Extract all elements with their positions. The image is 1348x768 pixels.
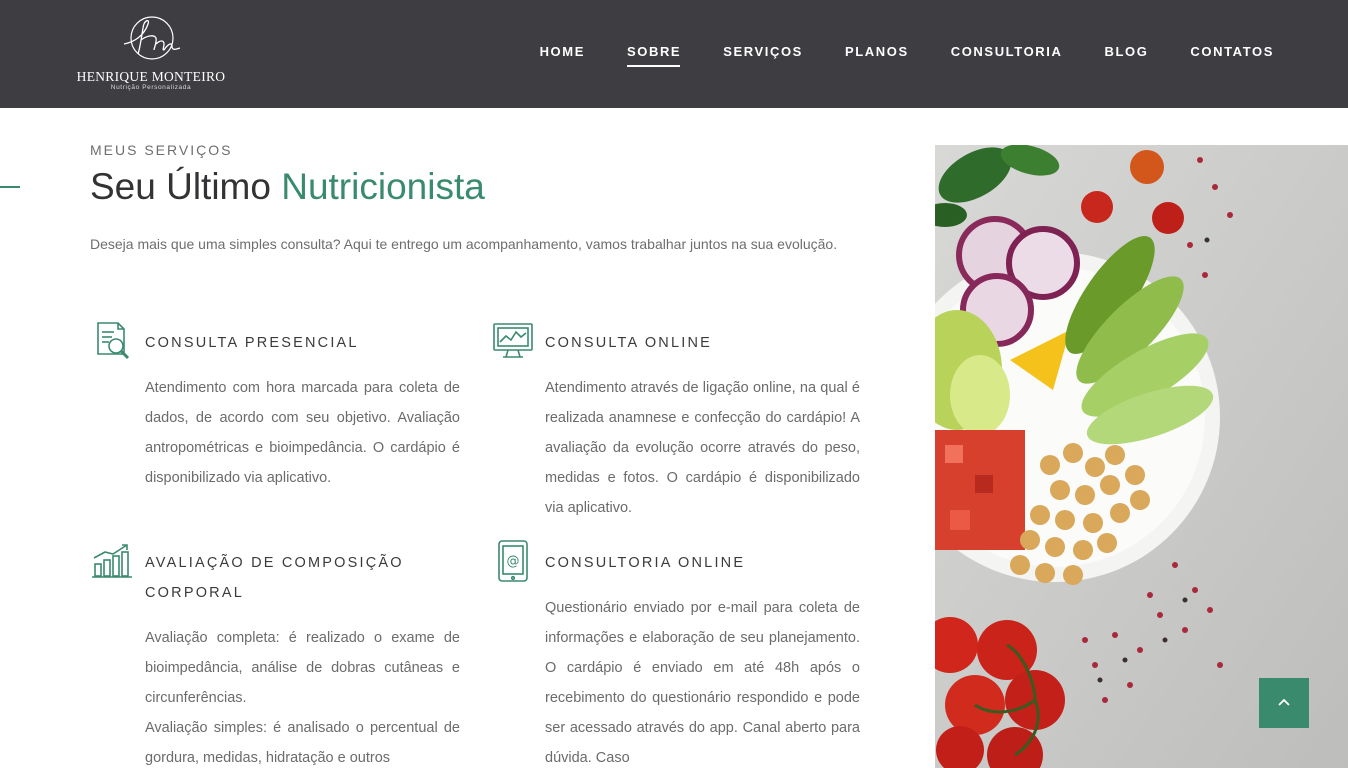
service-paragraph: Questionário enviado por e-mail para col… — [545, 600, 860, 766]
title-main: Seu Último — [90, 166, 282, 207]
logo[interactable]: HENRIQUE MONTEIRO Nutrição Personalizada — [72, 14, 230, 94]
service-paragraph: Avaliação simples: é analisado o percent… — [145, 720, 460, 766]
nav-sobre[interactable]: SOBRE — [626, 44, 681, 67]
page-title: Seu Último Nutricionista — [90, 166, 485, 208]
service-description: Avaliação completa: é realizado o exame … — [145, 623, 460, 768]
service-description: Atendimento com hora marcada para coleta… — [145, 373, 460, 493]
scroll-to-top-button[interactable] — [1259, 678, 1309, 728]
nav-consultoria[interactable]: CONSULTORIA — [951, 44, 1063, 67]
document-search-icon — [97, 322, 130, 360]
title-accent: Nutricionista — [281, 166, 485, 207]
nav-blog[interactable]: BLOG — [1104, 44, 1148, 67]
service-title: CONSULTA ONLINE — [545, 335, 713, 351]
section-kicker: MEUS SERVIÇOS — [90, 142, 233, 158]
main-nav: HOME SOBRE SERVIÇOS PLANOS CONSULTORIA B… — [540, 44, 1274, 67]
logo-name: HENRIQUE MONTEIRO — [76, 69, 226, 84]
service-paragraph: Avaliação completa: é realizado o exame … — [145, 630, 460, 706]
svg-text:@: @ — [507, 554, 520, 569]
nav-contatos[interactable]: CONTATOS — [1190, 44, 1274, 67]
nav-home[interactable]: HOME — [540, 44, 585, 67]
service-paragraph: Atendimento com hora marcada para coleta… — [145, 380, 460, 486]
service-paragraph: Atendimento através de ligação online, n… — [545, 380, 860, 516]
growth-chart-icon — [92, 544, 132, 578]
logo-tagline: Nutrição Personalizada — [110, 84, 192, 91]
service-title: CONSULTORIA ONLINE — [545, 555, 746, 571]
healthy-food-image — [935, 145, 1348, 768]
service-description: Atendimento através de ligação online, n… — [545, 373, 860, 523]
logo-monogram-icon — [123, 16, 181, 60]
chevron-up-icon — [1278, 698, 1290, 706]
food-plate-illustration — [935, 145, 1348, 768]
site-header: HENRIQUE MONTEIRO Nutrição Personalizada… — [0, 0, 1348, 108]
monitor-chart-icon — [493, 323, 533, 358]
tablet-email-icon: @ — [498, 540, 528, 582]
section-intro: Deseja mais que uma simples consulta? Aq… — [90, 236, 838, 252]
nav-planos[interactable]: PLANOS — [845, 44, 909, 67]
service-title: AVALIAÇÃO DE COMPOSIÇÃO CORPORAL — [145, 555, 404, 601]
nav-servicos[interactable]: SERVIÇOS — [723, 44, 803, 67]
section-side-line — [0, 186, 20, 188]
service-title: CONSULTA PRESENCIAL — [145, 335, 359, 351]
service-description: Questionário enviado por e-mail para col… — [545, 593, 860, 768]
